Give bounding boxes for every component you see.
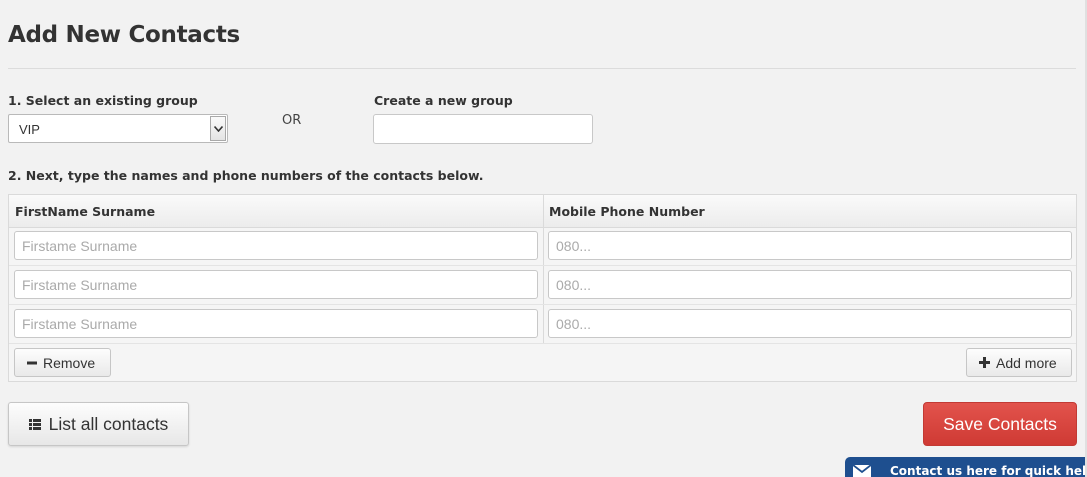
add-more-button[interactable]: Add more [966, 348, 1072, 377]
row-divider [9, 343, 1076, 344]
chevron-down-icon[interactable] [210, 116, 226, 141]
existing-group-label: 1. Select an existing group [8, 93, 198, 108]
save-contacts-label: Save Contacts [943, 413, 1057, 434]
list-all-contacts-label: List all contacts [48, 413, 169, 434]
remove-row-button[interactable]: Remove [14, 348, 111, 377]
column-divider [543, 195, 544, 344]
contact-phone-input[interactable] [548, 270, 1072, 299]
contact-name-input[interactable] [14, 270, 538, 299]
row-divider [9, 265, 1076, 266]
envelope-icon [853, 465, 871, 477]
instructions-text: 2. Next, type the names and phone number… [8, 168, 484, 183]
minus-icon [27, 361, 37, 364]
existing-group-select[interactable]: VIP [8, 114, 228, 143]
row-divider [9, 304, 1076, 305]
contacts-table: FirstName Surname Mobile Phone Number Re… [8, 194, 1077, 382]
remove-row-label: Remove [43, 354, 96, 371]
quick-help-label: Contact us here for quick help [890, 464, 1087, 477]
list-icon [28, 418, 41, 430]
save-contacts-button[interactable]: Save Contacts [923, 402, 1077, 446]
column-header-name: FirstName Surname [15, 204, 156, 219]
contact-name-input[interactable] [14, 231, 538, 260]
page-title: Add New Contacts [8, 22, 240, 48]
contact-phone-input[interactable] [548, 231, 1072, 260]
plus-icon [979, 357, 990, 368]
column-header-phone: Mobile Phone Number [549, 204, 705, 219]
contact-phone-input[interactable] [548, 309, 1072, 338]
new-group-label: Create a new group [374, 93, 513, 108]
list-all-contacts-button[interactable]: List all contacts [8, 402, 189, 446]
or-separator: OR [282, 113, 302, 128]
new-group-input[interactable] [373, 114, 593, 144]
existing-group-selected-value: VIP [19, 122, 40, 137]
title-divider [8, 68, 1076, 69]
add-more-label: Add more [996, 354, 1057, 371]
contact-name-input[interactable] [14, 309, 538, 338]
quick-help-tab[interactable]: Contact us here for quick help [845, 457, 1087, 477]
